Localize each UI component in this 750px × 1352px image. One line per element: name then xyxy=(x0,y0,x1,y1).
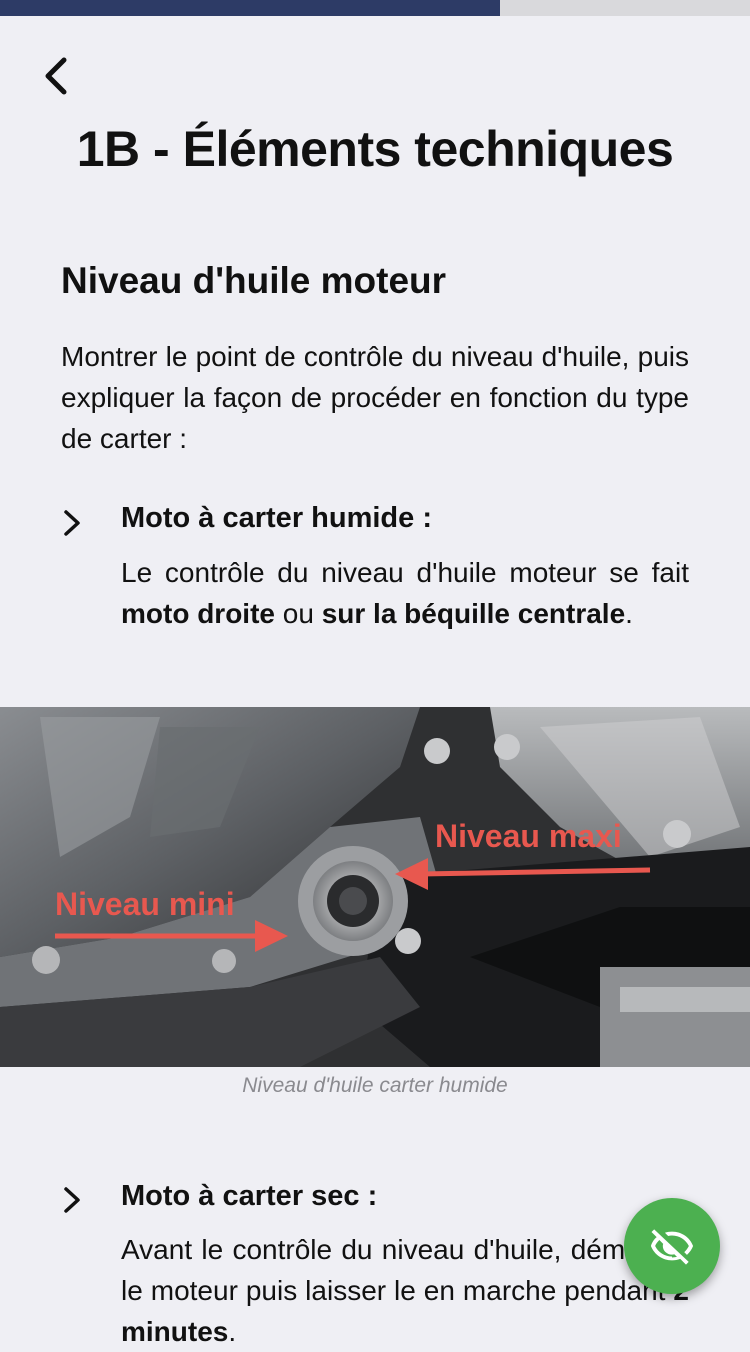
text-segment: Avant le contrôle du niveau d'huile, dém… xyxy=(121,1234,689,1306)
text-segment: . xyxy=(625,598,633,629)
toggle-visibility-button[interactable] xyxy=(624,1198,720,1294)
page-title: 1B - Éléments techniques xyxy=(76,121,674,177)
text-segment: Le contrôle du niveau d'huile moteur se … xyxy=(121,557,689,588)
eye-off-icon xyxy=(650,1229,694,1265)
label-min: Niveau mini xyxy=(55,886,235,922)
photo-caption: Niveau d'huile carter humide xyxy=(242,1074,508,1097)
bold-segment: sur la béquille centrale xyxy=(321,598,626,629)
progress-bar xyxy=(0,0,750,16)
intro-text: Montrer le point de contrôle du niveau d… xyxy=(61,341,689,454)
section-heading: Niveau d'huile moteur xyxy=(61,260,447,301)
label-max: Niveau maxi xyxy=(435,818,622,854)
chevron-right-icon xyxy=(64,1187,80,1213)
bullet-title: Moto à carter humide : xyxy=(121,502,432,534)
bullet-title: Moto à carter sec : xyxy=(121,1180,378,1212)
text-segment: ou xyxy=(275,598,322,629)
text-segment: . xyxy=(228,1316,237,1347)
bold-segment: moto droite xyxy=(121,598,275,629)
progress-fill xyxy=(0,0,501,16)
bullet-text: Le contrôle du niveau d'huile moteur se … xyxy=(121,552,689,634)
back-button[interactable] xyxy=(40,56,76,96)
chevron-left-icon xyxy=(45,57,67,95)
engine-photo: Niveau maxi Niveau mini xyxy=(0,707,750,1067)
chevron-right-icon xyxy=(64,510,80,536)
